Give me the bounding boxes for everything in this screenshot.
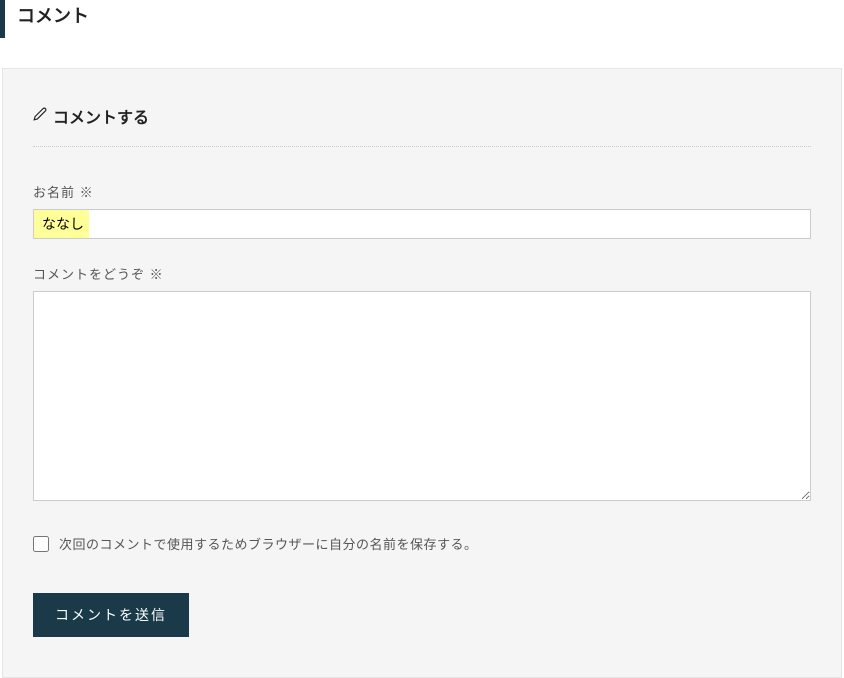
page-header: コメント (0, 0, 844, 38)
comment-label: コメントをどうぞ ※ (33, 264, 811, 283)
save-name-checkbox[interactable] (33, 536, 49, 552)
comment-field-group: コメントをどうぞ ※ (33, 264, 811, 504)
comment-form-container: コメントする お名前 ※ コメントをどうぞ ※ 次回のコメントで使用するためブラ… (2, 68, 842, 678)
comment-label-text: コメントをどうぞ (33, 267, 145, 282)
name-field-group: お名前 ※ (33, 182, 811, 239)
name-label: お名前 ※ (33, 182, 811, 201)
pencil-icon (33, 107, 47, 126)
name-label-text: お名前 (33, 185, 75, 200)
save-name-checkbox-label: 次回のコメントで使用するためブラウザーに自分の名前を保存する。 (59, 534, 478, 553)
name-input[interactable] (33, 209, 811, 239)
page-title: コメント (5, 0, 844, 28)
comment-reply-title-text: コメントする (53, 104, 149, 128)
comment-reply-title: コメントする (33, 104, 811, 147)
required-mark: ※ (150, 267, 164, 282)
comment-textarea[interactable] (33, 291, 811, 501)
required-mark: ※ (80, 185, 94, 200)
submit-comment-button[interactable]: コメントを送信 (33, 593, 189, 637)
save-name-checkbox-row: 次回のコメントで使用するためブラウザーに自分の名前を保存する。 (33, 534, 811, 553)
